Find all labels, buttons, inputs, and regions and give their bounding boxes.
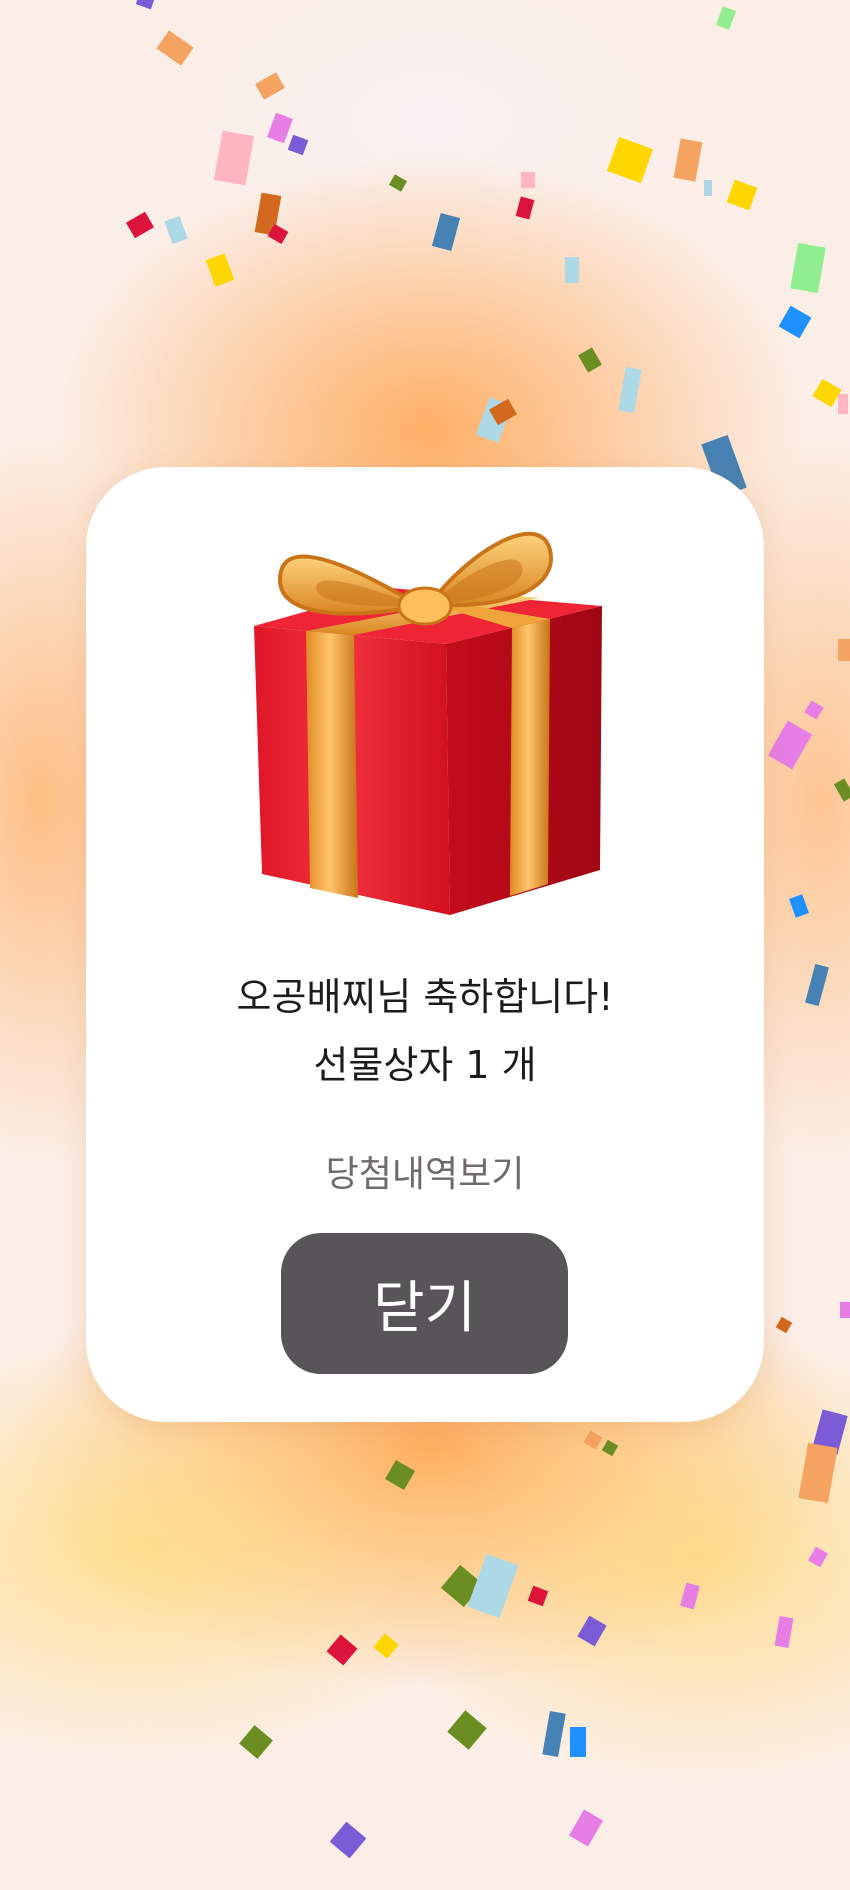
- confetti-piece: [583, 1430, 603, 1450]
- confetti-piece: [775, 1316, 793, 1334]
- confetti-piece: [329, 1821, 367, 1859]
- confetti-piece: [804, 700, 824, 720]
- confetti-piece: [431, 212, 461, 252]
- confetti-piece: [789, 894, 809, 918]
- confetti-piece: [838, 639, 850, 661]
- confetti-piece: [447, 1710, 487, 1750]
- confetti-piece: [205, 253, 235, 287]
- confetti-piece: [527, 1585, 549, 1607]
- gift-box-icon: [254, 531, 602, 915]
- confetti-piece: [515, 196, 535, 220]
- confetti-piece: [726, 179, 758, 211]
- confetti-piece: [373, 1633, 399, 1659]
- confetti-piece: [384, 1459, 416, 1491]
- confetti-piece: [213, 130, 255, 186]
- confetti-piece: [255, 72, 285, 100]
- congratulations-message: 오공배찌님 축하합니다!: [236, 975, 614, 1019]
- confetti-piece: [287, 134, 309, 156]
- confetti-piece: [577, 1615, 607, 1647]
- confetti-piece: [568, 1809, 604, 1847]
- confetti-piece: [565, 257, 579, 283]
- confetti-piece: [164, 215, 188, 245]
- confetti-piece: [521, 172, 535, 188]
- confetti-piece: [778, 305, 812, 339]
- confetti-piece: [807, 1546, 829, 1568]
- confetti-piece: [840, 1302, 850, 1318]
- confetti-piece: [388, 174, 408, 192]
- confetti-piece: [267, 112, 293, 144]
- confetti-piece: [704, 180, 712, 196]
- confetti-piece: [774, 1616, 794, 1648]
- prize-message: 선물상자 1 개: [313, 1043, 537, 1087]
- confetti-piece: [673, 138, 703, 182]
- confetti-piece: [125, 211, 155, 239]
- confetti-piece: [606, 136, 654, 184]
- confetti-piece: [467, 1553, 519, 1619]
- confetti-piece: [239, 1725, 273, 1759]
- close-button[interactable]: 닫기: [281, 1233, 568, 1374]
- confetti-piece: [680, 1582, 700, 1610]
- confetti-piece: [326, 1634, 358, 1666]
- confetti-piece: [135, 0, 155, 10]
- confetti-piece: [618, 366, 642, 414]
- confetti-piece: [805, 963, 829, 1007]
- confetti-piece: [790, 242, 826, 294]
- confetti-piece: [767, 720, 813, 770]
- confetti-piece: [570, 1727, 586, 1757]
- confetti-piece: [156, 30, 194, 66]
- confetti-piece: [812, 378, 842, 408]
- confetti-piece: [838, 394, 848, 414]
- confetti-piece: [833, 778, 850, 802]
- view-prize-history-link[interactable]: 당첨내역보기: [86, 1152, 764, 1198]
- confetti-piece: [716, 6, 736, 30]
- confetti-piece: [542, 1710, 566, 1758]
- confetti-piece: [601, 1439, 619, 1457]
- confetti-piece: [798, 1442, 838, 1504]
- confetti-piece: [578, 347, 602, 373]
